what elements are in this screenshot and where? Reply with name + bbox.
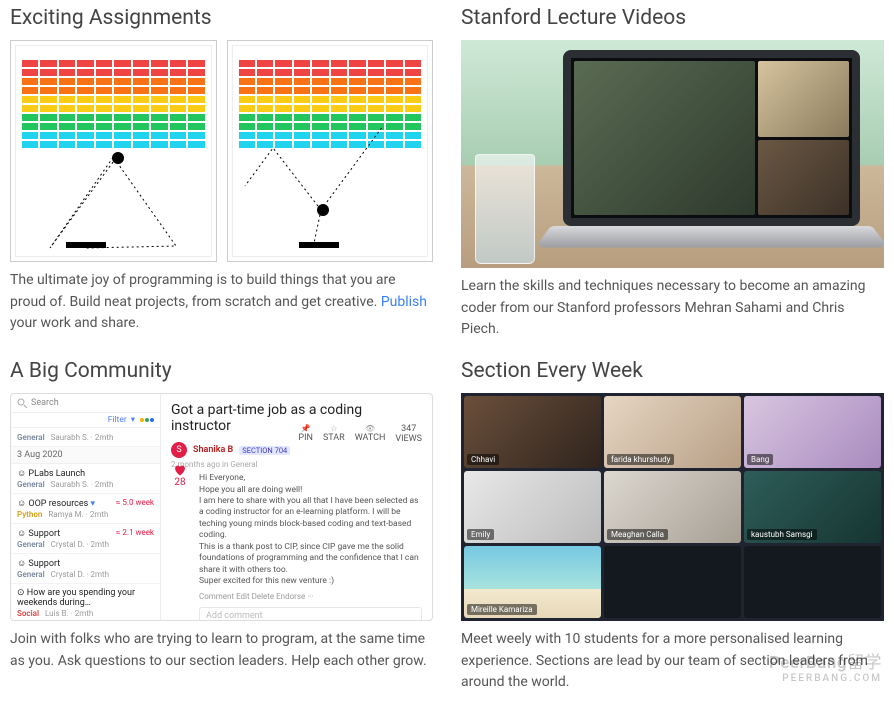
assignments-desc: The ultimate joy of programming is to bu… [10, 270, 433, 335]
water-glass [475, 154, 535, 264]
post-author[interactable]: Shanika B [193, 445, 233, 455]
video-tile: Chhavi [464, 396, 601, 468]
search-icon [17, 398, 27, 408]
breakout-frame-2 [232, 45, 429, 257]
video-tile: Meaghan Calla [604, 471, 741, 543]
section-tag: SECTION 704 [239, 446, 290, 455]
video-tile: Bang [744, 396, 881, 468]
sidebar-thread[interactable]: ⊙ How are you spending your weekends dur… [11, 584, 160, 621]
forum-filter[interactable]: Filter ▾ [11, 413, 160, 428]
forum-search[interactable]: Search [11, 394, 160, 413]
section-video-grid: Chhavi farida khurshudy Bang Emily Meagh… [461, 393, 884, 621]
post-actions[interactable]: Comment Edit Delete Endorse ··· [199, 592, 422, 601]
video-tile-professor-2 [758, 140, 849, 216]
sidebar-thread[interactable]: ≈ 5.0 week ☺ OOP resources ▾ PythonRamya… [11, 494, 160, 524]
video-tile [744, 546, 881, 618]
video-tile: kaustubh Samsgi [744, 471, 881, 543]
video-tile: Mireille Kamariza [464, 546, 601, 618]
like-button[interactable]: 28 [173, 464, 187, 488]
video-tile [604, 546, 741, 618]
laptop [551, 50, 872, 260]
video-tile: Emily [464, 471, 601, 543]
video-tile-campus [758, 61, 849, 137]
community-title: A Big Community [10, 359, 433, 383]
sidebar-thread[interactable]: ☺ PLabs Launch GeneralSaurabh S. · 2mth [11, 464, 160, 494]
publish-link[interactable]: Publish [381, 294, 427, 310]
videos-desc: Learn the skills and techniques necessar… [461, 276, 884, 341]
forum-screenshot: Search Filter ▾ GeneralSaurabh S. · 2mth… [10, 393, 433, 621]
video-tile: farida khurshudy [604, 396, 741, 468]
videos-title: Stanford Lecture Videos [461, 6, 884, 30]
sidebar-thread[interactable]: ≈ 2.1 week ☺ Support GeneralCrystal D. ·… [11, 524, 160, 554]
post-meta: 2 months ago in General [171, 460, 422, 469]
sidebar-date: 3 Aug 2020 [11, 447, 160, 464]
post-body: Hi Everyone, Hope you all are doing well… [199, 473, 422, 588]
post-stats: 📌PIN ☆STAR 👁WATCH 347VIEWS [298, 424, 422, 444]
section-desc: Meet weely with 10 students for a more p… [461, 629, 884, 694]
add-comment-input[interactable]: Add comment [199, 607, 422, 621]
sidebar-thread[interactable]: GeneralSaurabh S. · 2mth [11, 428, 160, 447]
breakout-preview [10, 40, 433, 262]
video-tile-professor-1 [574, 61, 755, 215]
lecture-video-photo [461, 40, 884, 268]
sidebar-thread[interactable]: ☺ Support GeneralCrystal D. · 2mth [11, 554, 160, 584]
author-avatar: S [171, 442, 187, 458]
breakout-frame-1 [15, 45, 212, 257]
community-desc: Join with folks who are trying to learn … [10, 629, 433, 672]
assignments-title: Exciting Assignments [10, 6, 433, 30]
section-title: Section Every Week [461, 359, 884, 383]
